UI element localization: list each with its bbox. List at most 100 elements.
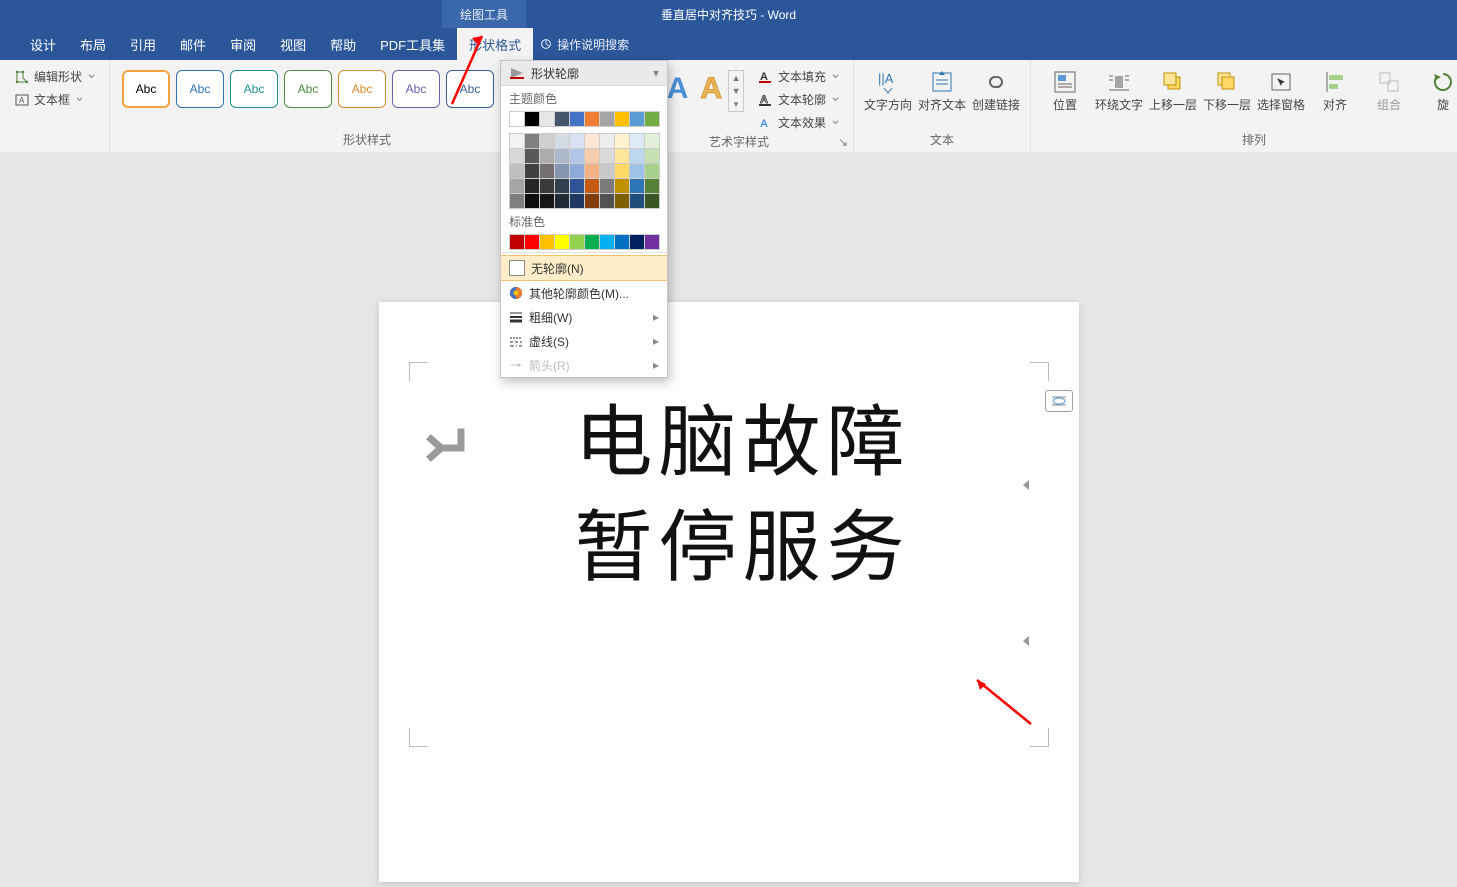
- color-swatch[interactable]: [644, 163, 660, 179]
- color-swatch[interactable]: [569, 234, 585, 250]
- color-swatch[interactable]: [569, 133, 585, 149]
- resize-handle-right[interactable]: [1023, 480, 1029, 490]
- color-swatch[interactable]: [629, 133, 645, 149]
- color-swatch[interactable]: [614, 111, 630, 127]
- wordart-more-icon[interactable]: ▾: [729, 98, 743, 111]
- color-swatch[interactable]: [629, 193, 645, 209]
- group-button[interactable]: 组合: [1363, 64, 1415, 112]
- color-swatch[interactable]: [569, 163, 585, 179]
- text-fill-button[interactable]: A 文本填充: [752, 66, 845, 87]
- text-effects-button[interactable]: A 文本效果: [752, 112, 845, 133]
- document-canvas[interactable]: 电脑故障 暂停服务: [0, 152, 1457, 887]
- color-swatch[interactable]: [539, 178, 555, 194]
- color-swatch[interactable]: [509, 178, 525, 194]
- wordart-style-3[interactable]: A: [700, 72, 722, 106]
- color-swatch[interactable]: [524, 193, 540, 209]
- color-swatch[interactable]: [524, 133, 540, 149]
- color-swatch[interactable]: [644, 148, 660, 164]
- color-swatch[interactable]: [614, 148, 630, 164]
- color-swatch[interactable]: [584, 148, 600, 164]
- tell-me-search[interactable]: 操作说明搜索: [539, 36, 629, 53]
- dialog-launcher-wordart[interactable]: ↘: [835, 134, 851, 150]
- tab-design[interactable]: 设计: [18, 28, 68, 60]
- tab-help[interactable]: 帮助: [318, 28, 368, 60]
- color-swatch[interactable]: [614, 133, 630, 149]
- no-outline-item[interactable]: 无轮廓(N): [501, 255, 667, 281]
- text-line-2[interactable]: 暂停服务: [463, 495, 1023, 600]
- color-swatch[interactable]: [524, 111, 540, 127]
- color-swatch[interactable]: [614, 193, 630, 209]
- layout-options-icon[interactable]: [1045, 390, 1073, 412]
- color-swatch[interactable]: [539, 148, 555, 164]
- wrap-text-button[interactable]: 环绕文字: [1093, 64, 1145, 112]
- shape-outline-header[interactable]: 形状轮廓 ▾: [501, 61, 667, 86]
- create-link-button[interactable]: 创建链接: [970, 64, 1022, 112]
- color-swatch[interactable]: [644, 234, 660, 250]
- color-swatch[interactable]: [569, 111, 585, 127]
- color-swatch[interactable]: [554, 163, 570, 179]
- color-swatch[interactable]: [629, 163, 645, 179]
- shape-style-5[interactable]: Abc: [338, 70, 386, 108]
- color-swatch[interactable]: [539, 111, 555, 127]
- color-swatch[interactable]: [554, 193, 570, 209]
- shape-style-6[interactable]: Abc: [392, 70, 440, 108]
- color-swatch[interactable]: [584, 163, 600, 179]
- color-swatch[interactable]: [584, 111, 600, 127]
- color-swatch[interactable]: [584, 178, 600, 194]
- align-text-button[interactable]: 对齐文本: [916, 64, 968, 112]
- color-swatch[interactable]: [599, 178, 615, 194]
- weight-item[interactable]: 粗细(W) ▸: [501, 305, 667, 329]
- text-outline-button[interactable]: A 文本轮廓: [752, 89, 845, 110]
- color-swatch[interactable]: [569, 193, 585, 209]
- wordart-up-icon[interactable]: ▲: [729, 71, 743, 84]
- shape-style-1[interactable]: Abc: [122, 70, 170, 108]
- color-swatch[interactable]: [509, 234, 525, 250]
- color-swatch[interactable]: [629, 234, 645, 250]
- color-swatch[interactable]: [629, 111, 645, 127]
- position-button[interactable]: 位置: [1039, 64, 1091, 112]
- wordart-down-icon[interactable]: ▼: [729, 84, 743, 97]
- color-swatch[interactable]: [599, 133, 615, 149]
- color-swatch[interactable]: [554, 148, 570, 164]
- selection-pane-button[interactable]: 选择窗格: [1255, 64, 1307, 112]
- color-swatch[interactable]: [644, 178, 660, 194]
- rotate-button[interactable]: 旋: [1417, 64, 1457, 112]
- bring-forward-button[interactable]: 上移一层: [1147, 64, 1199, 112]
- tab-pdf-tools[interactable]: PDF工具集: [368, 28, 457, 60]
- color-swatch[interactable]: [584, 193, 600, 209]
- shape-style-7[interactable]: Abc: [446, 70, 494, 108]
- shape-style-4[interactable]: Abc: [284, 70, 332, 108]
- color-swatch[interactable]: [509, 111, 525, 127]
- color-swatch[interactable]: [554, 178, 570, 194]
- color-swatch[interactable]: [629, 178, 645, 194]
- shape-style-3[interactable]: Abc: [230, 70, 278, 108]
- tab-shape-format[interactable]: 形状格式: [457, 28, 533, 60]
- color-swatch[interactable]: [644, 111, 660, 127]
- tab-review[interactable]: 审阅: [218, 28, 268, 60]
- text-box-shape[interactable]: 电脑故障 暂停服务: [463, 390, 1023, 690]
- color-swatch[interactable]: [584, 133, 600, 149]
- color-swatch[interactable]: [509, 148, 525, 164]
- color-swatch[interactable]: [509, 193, 525, 209]
- text-line-1[interactable]: 电脑故障: [463, 390, 1023, 495]
- wordart-scroller[interactable]: ▲ ▼ ▾: [728, 70, 744, 112]
- color-swatch[interactable]: [614, 163, 630, 179]
- color-swatch[interactable]: [644, 133, 660, 149]
- text-direction-button[interactable]: ||A 文字方向: [862, 64, 914, 112]
- color-swatch[interactable]: [599, 111, 615, 127]
- color-swatch[interactable]: [629, 148, 645, 164]
- color-swatch[interactable]: [524, 178, 540, 194]
- color-swatch[interactable]: [614, 178, 630, 194]
- color-swatch[interactable]: [539, 163, 555, 179]
- color-swatch[interactable]: [569, 178, 585, 194]
- color-swatch[interactable]: [599, 234, 615, 250]
- shape-style-2[interactable]: Abc: [176, 70, 224, 108]
- color-swatch[interactable]: [524, 148, 540, 164]
- color-swatch[interactable]: [584, 234, 600, 250]
- tab-layout[interactable]: 布局: [68, 28, 118, 60]
- send-backward-button[interactable]: 下移一层: [1201, 64, 1253, 112]
- color-swatch[interactable]: [524, 234, 540, 250]
- color-swatch[interactable]: [644, 193, 660, 209]
- edit-shape-button[interactable]: 编辑形状: [8, 66, 101, 87]
- align-button[interactable]: 对齐: [1309, 64, 1361, 112]
